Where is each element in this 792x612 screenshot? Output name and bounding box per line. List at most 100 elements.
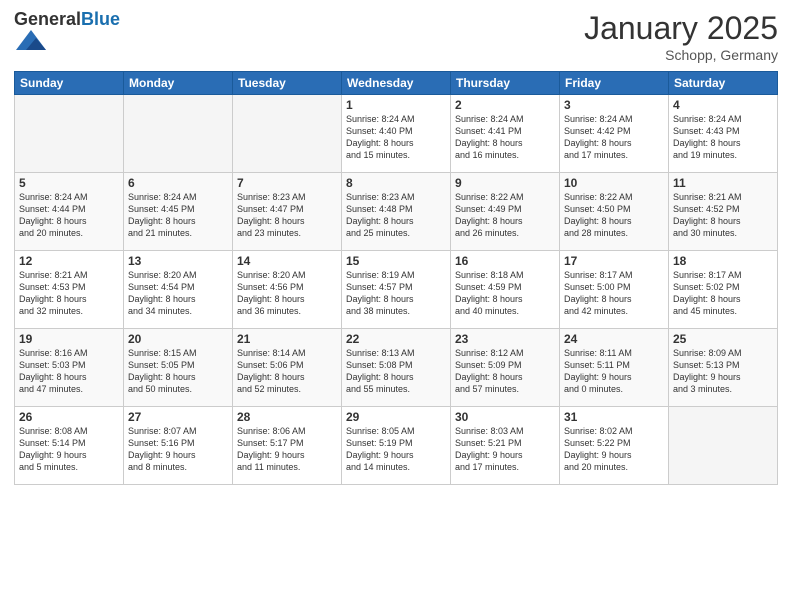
day-info: Sunrise: 8:17 AM Sunset: 5:02 PM Dayligh… (673, 269, 773, 318)
day-info: Sunrise: 8:21 AM Sunset: 4:52 PM Dayligh… (673, 191, 773, 240)
calendar-cell-w5-d6: 31Sunrise: 8:02 AM Sunset: 5:22 PM Dayli… (560, 407, 669, 485)
day-number: 13 (128, 254, 228, 268)
day-number: 31 (564, 410, 664, 424)
day-info: Sunrise: 8:22 AM Sunset: 4:50 PM Dayligh… (564, 191, 664, 240)
day-number: 5 (19, 176, 119, 190)
calendar-cell-w5-d3: 28Sunrise: 8:06 AM Sunset: 5:17 PM Dayli… (233, 407, 342, 485)
calendar-cell-w2-d4: 8Sunrise: 8:23 AM Sunset: 4:48 PM Daylig… (342, 173, 451, 251)
week-row-3: 12Sunrise: 8:21 AM Sunset: 4:53 PM Dayli… (15, 251, 778, 329)
day-info: Sunrise: 8:02 AM Sunset: 5:22 PM Dayligh… (564, 425, 664, 474)
header-saturday: Saturday (669, 72, 778, 95)
day-info: Sunrise: 8:08 AM Sunset: 5:14 PM Dayligh… (19, 425, 119, 474)
day-info: Sunrise: 8:05 AM Sunset: 5:19 PM Dayligh… (346, 425, 446, 474)
day-number: 4 (673, 98, 773, 112)
calendar-cell-w2-d1: 5Sunrise: 8:24 AM Sunset: 4:44 PM Daylig… (15, 173, 124, 251)
calendar-cell-w4-d6: 24Sunrise: 8:11 AM Sunset: 5:11 PM Dayli… (560, 329, 669, 407)
header-friday: Friday (560, 72, 669, 95)
day-info: Sunrise: 8:22 AM Sunset: 4:49 PM Dayligh… (455, 191, 555, 240)
day-number: 30 (455, 410, 555, 424)
weekday-header-row: Sunday Monday Tuesday Wednesday Thursday… (15, 72, 778, 95)
calendar-cell-w5-d1: 26Sunrise: 8:08 AM Sunset: 5:14 PM Dayli… (15, 407, 124, 485)
day-number: 2 (455, 98, 555, 112)
day-info: Sunrise: 8:13 AM Sunset: 5:08 PM Dayligh… (346, 347, 446, 396)
day-number: 16 (455, 254, 555, 268)
calendar-cell-w1-d2 (124, 95, 233, 173)
calendar-cell-w3-d2: 13Sunrise: 8:20 AM Sunset: 4:54 PM Dayli… (124, 251, 233, 329)
calendar-cell-w4-d5: 23Sunrise: 8:12 AM Sunset: 5:09 PM Dayli… (451, 329, 560, 407)
calendar-cell-w1-d1 (15, 95, 124, 173)
header-monday: Monday (124, 72, 233, 95)
calendar-cell-w5-d4: 29Sunrise: 8:05 AM Sunset: 5:19 PM Dayli… (342, 407, 451, 485)
header: GeneralBlue January 2025 Schopp, Germany (14, 10, 778, 63)
day-number: 14 (237, 254, 337, 268)
title-block: January 2025 Schopp, Germany (584, 10, 778, 63)
calendar-cell-w2-d7: 11Sunrise: 8:21 AM Sunset: 4:52 PM Dayli… (669, 173, 778, 251)
calendar-cell-w2-d6: 10Sunrise: 8:22 AM Sunset: 4:50 PM Dayli… (560, 173, 669, 251)
page: GeneralBlue January 2025 Schopp, Germany… (0, 0, 792, 612)
day-number: 8 (346, 176, 446, 190)
calendar: Sunday Monday Tuesday Wednesday Thursday… (14, 71, 778, 485)
calendar-cell-w1-d4: 1Sunrise: 8:24 AM Sunset: 4:40 PM Daylig… (342, 95, 451, 173)
day-number: 10 (564, 176, 664, 190)
calendar-cell-w4-d2: 20Sunrise: 8:15 AM Sunset: 5:05 PM Dayli… (124, 329, 233, 407)
day-number: 6 (128, 176, 228, 190)
day-number: 1 (346, 98, 446, 112)
day-info: Sunrise: 8:09 AM Sunset: 5:13 PM Dayligh… (673, 347, 773, 396)
calendar-cell-w3-d4: 15Sunrise: 8:19 AM Sunset: 4:57 PM Dayli… (342, 251, 451, 329)
day-number: 28 (237, 410, 337, 424)
day-info: Sunrise: 8:20 AM Sunset: 4:56 PM Dayligh… (237, 269, 337, 318)
day-number: 26 (19, 410, 119, 424)
calendar-cell-w2-d5: 9Sunrise: 8:22 AM Sunset: 4:49 PM Daylig… (451, 173, 560, 251)
day-number: 21 (237, 332, 337, 346)
day-info: Sunrise: 8:23 AM Sunset: 4:48 PM Dayligh… (346, 191, 446, 240)
location-subtitle: Schopp, Germany (584, 47, 778, 63)
day-info: Sunrise: 8:03 AM Sunset: 5:21 PM Dayligh… (455, 425, 555, 474)
day-info: Sunrise: 8:24 AM Sunset: 4:42 PM Dayligh… (564, 113, 664, 162)
week-row-2: 5Sunrise: 8:24 AM Sunset: 4:44 PM Daylig… (15, 173, 778, 251)
month-title: January 2025 (584, 10, 778, 47)
day-number: 12 (19, 254, 119, 268)
day-info: Sunrise: 8:24 AM Sunset: 4:44 PM Dayligh… (19, 191, 119, 240)
logo-text: GeneralBlue (14, 10, 120, 28)
day-number: 20 (128, 332, 228, 346)
day-info: Sunrise: 8:07 AM Sunset: 5:16 PM Dayligh… (128, 425, 228, 474)
day-number: 29 (346, 410, 446, 424)
week-row-5: 26Sunrise: 8:08 AM Sunset: 5:14 PM Dayli… (15, 407, 778, 485)
calendar-cell-w5-d5: 30Sunrise: 8:03 AM Sunset: 5:21 PM Dayli… (451, 407, 560, 485)
day-info: Sunrise: 8:16 AM Sunset: 5:03 PM Dayligh… (19, 347, 119, 396)
day-info: Sunrise: 8:21 AM Sunset: 4:53 PM Dayligh… (19, 269, 119, 318)
logo-icon (16, 28, 46, 52)
day-info: Sunrise: 8:15 AM Sunset: 5:05 PM Dayligh… (128, 347, 228, 396)
day-number: 19 (19, 332, 119, 346)
day-number: 11 (673, 176, 773, 190)
day-number: 18 (673, 254, 773, 268)
day-info: Sunrise: 8:12 AM Sunset: 5:09 PM Dayligh… (455, 347, 555, 396)
day-number: 9 (455, 176, 555, 190)
day-number: 15 (346, 254, 446, 268)
calendar-cell-w3-d7: 18Sunrise: 8:17 AM Sunset: 5:02 PM Dayli… (669, 251, 778, 329)
day-number: 3 (564, 98, 664, 112)
calendar-cell-w3-d6: 17Sunrise: 8:17 AM Sunset: 5:00 PM Dayli… (560, 251, 669, 329)
calendar-cell-w1-d5: 2Sunrise: 8:24 AM Sunset: 4:41 PM Daylig… (451, 95, 560, 173)
day-info: Sunrise: 8:19 AM Sunset: 4:57 PM Dayligh… (346, 269, 446, 318)
calendar-cell-w1-d7: 4Sunrise: 8:24 AM Sunset: 4:43 PM Daylig… (669, 95, 778, 173)
day-info: Sunrise: 8:24 AM Sunset: 4:41 PM Dayligh… (455, 113, 555, 162)
day-number: 25 (673, 332, 773, 346)
day-info: Sunrise: 8:24 AM Sunset: 4:43 PM Dayligh… (673, 113, 773, 162)
day-info: Sunrise: 8:17 AM Sunset: 5:00 PM Dayligh… (564, 269, 664, 318)
day-info: Sunrise: 8:06 AM Sunset: 5:17 PM Dayligh… (237, 425, 337, 474)
day-info: Sunrise: 8:24 AM Sunset: 4:40 PM Dayligh… (346, 113, 446, 162)
day-info: Sunrise: 8:23 AM Sunset: 4:47 PM Dayligh… (237, 191, 337, 240)
calendar-cell-w4-d4: 22Sunrise: 8:13 AM Sunset: 5:08 PM Dayli… (342, 329, 451, 407)
day-number: 7 (237, 176, 337, 190)
calendar-cell-w3-d3: 14Sunrise: 8:20 AM Sunset: 4:56 PM Dayli… (233, 251, 342, 329)
calendar-cell-w4-d3: 21Sunrise: 8:14 AM Sunset: 5:06 PM Dayli… (233, 329, 342, 407)
calendar-cell-w2-d3: 7Sunrise: 8:23 AM Sunset: 4:47 PM Daylig… (233, 173, 342, 251)
calendar-cell-w4-d1: 19Sunrise: 8:16 AM Sunset: 5:03 PM Dayli… (15, 329, 124, 407)
calendar-cell-w4-d7: 25Sunrise: 8:09 AM Sunset: 5:13 PM Dayli… (669, 329, 778, 407)
day-info: Sunrise: 8:20 AM Sunset: 4:54 PM Dayligh… (128, 269, 228, 318)
day-info: Sunrise: 8:18 AM Sunset: 4:59 PM Dayligh… (455, 269, 555, 318)
calendar-cell-w3-d1: 12Sunrise: 8:21 AM Sunset: 4:53 PM Dayli… (15, 251, 124, 329)
calendar-cell-w2-d2: 6Sunrise: 8:24 AM Sunset: 4:45 PM Daylig… (124, 173, 233, 251)
day-number: 23 (455, 332, 555, 346)
